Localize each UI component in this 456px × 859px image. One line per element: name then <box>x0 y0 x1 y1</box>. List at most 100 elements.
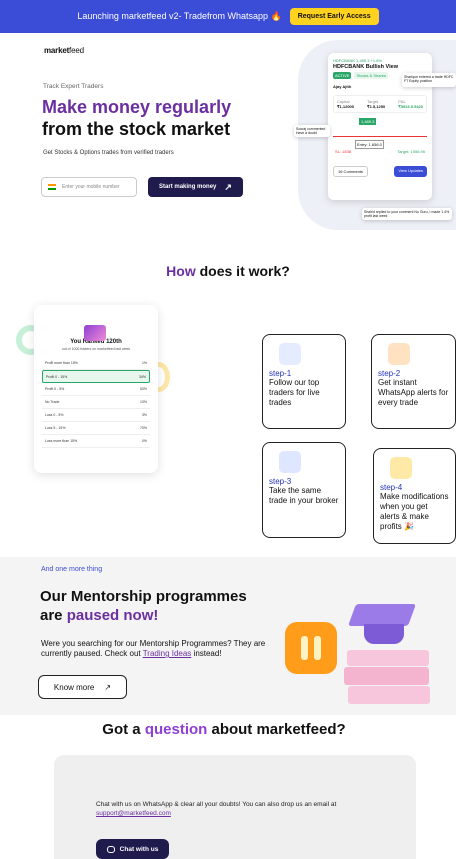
hero-eyebrow: Track Expert Traders <box>43 83 104 90</box>
trophy-icon <box>390 457 412 479</box>
rank-row-value: 0% <box>141 439 147 443</box>
announcement-banner: Launching marketfeed v2- Tradefrom Whats… <box>0 0 456 33</box>
stat-pnl: P&L ₹5523.5.5420 <box>398 99 423 109</box>
mentorship-eyebrow: And one more thing <box>41 566 103 573</box>
rank-row: No Trade 13% <box>42 396 150 409</box>
step-text: Get instant WhatsApp alerts for every tr… <box>378 378 449 407</box>
chat-label: Chat with us <box>119 845 159 853</box>
step-label: step-1 <box>269 369 292 378</box>
stat-capital: Capital ₹1,12000 <box>337 99 354 109</box>
question-heading: Got a question about marketfeed? <box>0 721 456 738</box>
trade-symbol: HDFCBANK 1,455.3 +1.8% <box>333 58 383 63</box>
mentorship-title-line1: Our Mentorship programmes <box>40 588 247 605</box>
rank-table: Profit more than 15% 1% Profit 0 - 15% 34% P… <box>42 357 150 448</box>
chat-with-us-button[interactable]: Chat with us <box>96 839 169 859</box>
paused-highlight: paused now! <box>66 607 159 624</box>
tag-category: Stocks & Shares <box>354 72 389 79</box>
page: Launching marketfeed v2- Tradefrom Whats… <box>0 0 456 859</box>
party-popper-icon <box>84 325 106 341</box>
step-text: Follow our top traders for live trades <box>269 378 320 407</box>
rank-row: Loss 5 - 15% 70% <box>42 422 150 435</box>
telescope-icon <box>279 343 301 365</box>
pause-icon <box>285 622 337 674</box>
rank-row-label: Loss 5 - 15% <box>45 426 66 430</box>
para-end: instead! <box>191 649 222 658</box>
arrow-up-right-icon: ↗ <box>104 682 112 692</box>
logo[interactable]: marketfeed <box>44 46 84 55</box>
start-making-money-button[interactable]: Start making money ↗ <box>148 177 243 197</box>
support-email-link[interactable]: support@marketfeed.com <box>96 810 171 817</box>
rank-row: Profit 0 - 15% 34% <box>42 370 150 383</box>
mentorship-title-line2: are paused now! <box>40 607 158 624</box>
rank-row-value: 3% <box>141 413 147 417</box>
book-1 <box>347 650 429 666</box>
step-card-3: step-3 Take the same trade in your broke… <box>262 442 346 538</box>
question-pre: Got a <box>102 721 145 738</box>
buy-price: 1,489.3 <box>359 118 377 125</box>
contact-text-body: Chat with us on WhatsApp & clear all you… <box>96 801 337 808</box>
trade-stats: Capital ₹1,12000 Target ₹1.5,1250 P&L ₹5523… <box>333 95 427 113</box>
how-heading-highlight: How <box>166 263 196 279</box>
rank-row-label: Loss more than 15% <box>45 439 78 443</box>
rank-row-value: 53% <box>139 387 147 391</box>
step-label: step-2 <box>378 369 401 378</box>
rank-row-label: No Trade <box>45 400 60 404</box>
how-heading-rest: does it work? <box>195 263 290 279</box>
step-label: step-3 <box>269 477 292 486</box>
step-text: Make modifications when you get alerts &… <box>380 492 449 531</box>
step-card-1: step-1 Follow our top traders for live t… <box>262 334 346 429</box>
comments-button[interactable]: 16 Comments <box>333 166 368 177</box>
rank-row: Loss 0 - 5% 3% <box>42 409 150 422</box>
rank-row-label: Profit more than 15% <box>45 361 78 365</box>
pnl-value: ₹5523.5.5420 <box>398 104 423 109</box>
rank-row: Profit 0 - 5% 53% <box>42 383 150 396</box>
book-2 <box>344 667 429 685</box>
know-more-button[interactable]: Know more ↗ <box>38 675 127 699</box>
hero-subtitle: Get Stocks & Options trades from verifie… <box>43 150 174 156</box>
phone-input[interactable]: Enter your mobile number <box>41 177 137 197</box>
price-line <box>333 136 427 137</box>
megaphone-icon <box>388 343 410 365</box>
step-card-2: step-2 Get instant WhatsApp alerts for e… <box>371 334 456 429</box>
question-highlight: question <box>144 721 208 738</box>
mentorship-paragraph: Were you searching for our Mentorship Pr… <box>41 639 279 659</box>
card-actions: 16 Comments View Updates <box>333 166 427 177</box>
rank-row-value: 70% <box>139 426 147 430</box>
know-more-label: Know more <box>53 682 95 692</box>
rank-row-value: 34% <box>138 374 146 379</box>
view-updates-button[interactable]: View Updates <box>394 166 427 177</box>
hero-title-line2: from the stock market <box>42 119 231 139</box>
request-access-button[interactable]: Request Early Access <box>289 8 379 25</box>
rank-card: You Ranked 120th out of 1000 traders on … <box>34 305 158 473</box>
rank-row: Profit more than 15% 1% <box>42 357 150 370</box>
cta-label: Start making money <box>159 184 217 190</box>
india-flag-icon <box>48 184 56 190</box>
how-heading: How does it work? <box>0 263 456 279</box>
price-chart: 1,489.3 Entry: 1,656.0 SL: 1838 Target: … <box>333 118 427 158</box>
capital-value: ₹1,12000 <box>337 104 355 109</box>
rank-row-value: 1% <box>141 361 147 365</box>
logo-bold: market <box>44 46 70 55</box>
rank-row-label: Loss 0 - 5% <box>45 413 64 417</box>
step-label: step-4 <box>380 483 403 492</box>
contact-text: Chat with us on WhatsApp & clear all you… <box>96 800 366 818</box>
chat-bubble-icon <box>106 845 115 853</box>
book-3 <box>348 686 430 704</box>
phone-placeholder: Enter your mobile number <box>62 184 120 190</box>
entry-price: Entry: 1,656.0 <box>355 140 384 149</box>
stat-target: Target ₹1.5,1250 <box>367 99 385 109</box>
paused-books-illustration <box>342 590 434 710</box>
rank-row: Loss more than 15% 0% <box>42 435 150 448</box>
rank-row-value: 13% <box>139 400 147 404</box>
hero-title-line1: Make money regularly <box>42 97 232 117</box>
stop-loss: SL: 1838 <box>335 149 352 154</box>
cap-base <box>364 624 404 644</box>
rank-row-label: Profit 0 - 5% <box>45 387 65 391</box>
step-card-4: step-4 Make modifications when you get a… <box>373 448 456 544</box>
target-value: ₹1.5,1250 <box>367 104 386 109</box>
trading-ideas-link[interactable]: Trading Ideas <box>143 649 192 658</box>
logo-rest: feed <box>69 46 84 55</box>
comment-bubble-3: Shahid replied to your comment No Guru, … <box>362 208 452 220</box>
question-post: about marketfeed? <box>207 721 346 738</box>
banner-text: Launching marketfeed v2- Tradefrom Whats… <box>77 11 282 21</box>
